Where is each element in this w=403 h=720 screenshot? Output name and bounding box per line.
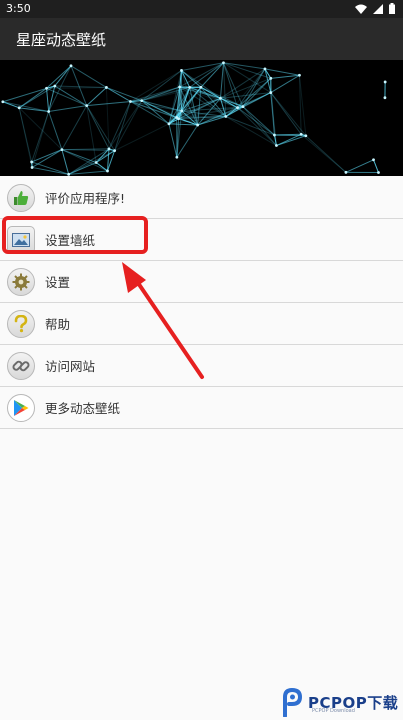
pcpop-logo-icon <box>283 687 303 717</box>
watermark-sub: PCPOP Download <box>312 708 355 714</box>
pcpop-watermark: PCPOP下载 PCPOP Download <box>278 684 403 720</box>
annotation-arrow <box>122 262 204 379</box>
